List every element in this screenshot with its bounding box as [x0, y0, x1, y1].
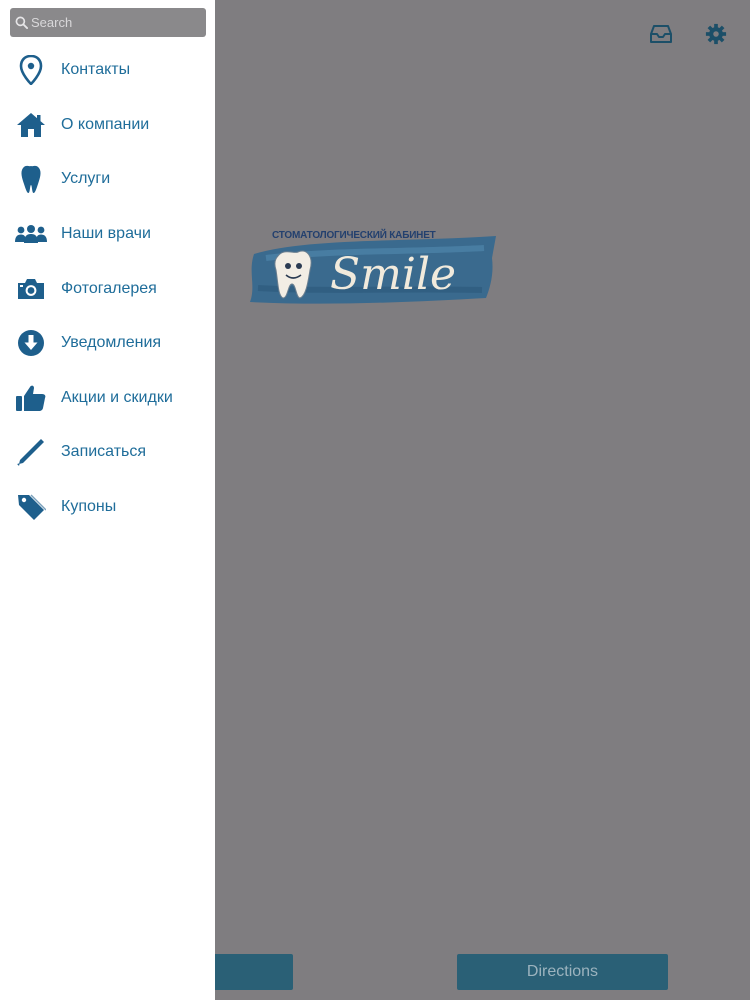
menu-item-contacts[interactable]: Контакты	[0, 43, 215, 98]
menu-item-gallery[interactable]: Фотогалерея	[0, 261, 215, 316]
side-drawer: Контакты О компании Услуги Наши врачи Фо…	[0, 0, 215, 1000]
logo-brand-text: Smile	[330, 249, 457, 300]
menu-label: Услуги	[61, 170, 111, 188]
menu-item-about[interactable]: О компании	[0, 98, 215, 153]
menu-label: Акции и скидки	[61, 388, 173, 406]
search-input[interactable]	[28, 15, 191, 30]
menu-label: Уведомления	[61, 334, 162, 352]
tooth-mascot-icon	[274, 250, 312, 299]
menu-label: Купоны	[61, 498, 117, 516]
map-pin-icon	[15, 54, 47, 86]
left-action-button[interactable]	[210, 954, 293, 990]
home-icon	[15, 109, 47, 141]
menu-item-coupons[interactable]: Купоны	[0, 480, 215, 535]
menu-item-promotions[interactable]: Акции и скидки	[0, 371, 215, 426]
camera-icon	[15, 273, 47, 305]
people-icon	[15, 218, 47, 250]
menu-label: Записаться	[61, 443, 147, 461]
tag-icon	[15, 491, 47, 523]
directions-button[interactable]: Directions	[457, 954, 668, 990]
search-bar[interactable]	[10, 8, 206, 37]
gear-icon[interactable]	[702, 20, 730, 48]
search-icon	[15, 16, 28, 29]
menu-label: О компании	[61, 115, 150, 133]
menu-item-doctors[interactable]: Наши врачи	[0, 207, 215, 262]
tooth-icon	[15, 163, 47, 195]
menu-item-services[interactable]: Услуги	[0, 152, 215, 207]
logo-caption: СТОМАТОЛОГИЧЕСКИЙ КАБИНЕТ	[272, 230, 436, 241]
pencil-icon	[15, 436, 47, 468]
menu-label: Контакты	[61, 61, 131, 79]
menu-item-appointment[interactable]: Записаться	[0, 425, 215, 480]
menu-label: Наши врачи	[61, 225, 151, 243]
clinic-logo: СТОМАТОЛОГИЧЕСКИЙ КАБИНЕТ Smile	[246, 228, 500, 306]
drawer-menu: Контакты О компании Услуги Наши врачи Фо…	[0, 43, 215, 534]
thumbs-up-icon	[15, 382, 47, 414]
download-circle-icon	[15, 327, 47, 359]
menu-item-notifications[interactable]: Уведомления	[0, 316, 215, 371]
menu-label: Фотогалерея	[61, 279, 157, 297]
inbox-icon[interactable]	[647, 20, 675, 48]
